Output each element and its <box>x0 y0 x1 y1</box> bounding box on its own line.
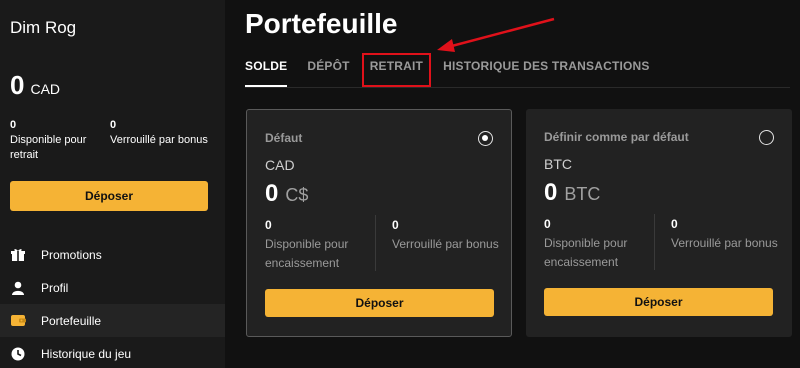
cashout-stat: 0 Disponible pour encaissement <box>544 215 654 272</box>
bonus-locked-stat: 0 Verrouillé par bonus <box>392 216 502 254</box>
default-radio[interactable] <box>478 131 493 146</box>
stat-label: Verrouillé par bonus <box>671 236 778 250</box>
card-currency: CAD <box>265 157 295 173</box>
stat-label: Disponible pour encaissement <box>265 237 349 270</box>
card-amount: 0 <box>265 180 279 207</box>
wallet-card-btc[interactable]: Définir comme par défaut BTC 0 BTC 0 Dis… <box>526 109 792 337</box>
card-symbol: C$ <box>285 185 309 205</box>
stat-divider <box>654 214 655 270</box>
wallet-card-cad[interactable]: Défaut CAD 0 C$ 0 Disponible pour encais… <box>246 109 512 337</box>
default-radio[interactable] <box>759 130 774 145</box>
card-header: Défaut <box>265 131 303 145</box>
card-deposit-button[interactable]: Déposer <box>544 288 773 316</box>
card-header: Définir comme par défaut <box>544 130 689 144</box>
card-symbol: BTC <box>564 184 601 204</box>
card-balance: 0 BTC <box>544 179 600 207</box>
cashout-stat: 0 Disponible pour encaissement <box>265 216 375 273</box>
stat-label: Disponible pour encaissement <box>544 236 628 269</box>
radio-dot-icon <box>482 135 488 141</box>
stat-value: 0 <box>671 217 678 231</box>
card-balance: 0 C$ <box>265 180 308 208</box>
bonus-locked-stat: 0 Verrouillé par bonus <box>671 215 781 253</box>
stat-divider <box>375 215 376 271</box>
stat-value: 0 <box>544 217 551 231</box>
card-currency: BTC <box>544 156 572 172</box>
stat-value: 0 <box>392 218 399 232</box>
card-amount: 0 <box>544 179 558 206</box>
stat-label: Verrouillé par bonus <box>392 237 499 251</box>
stat-value: 0 <box>265 218 272 232</box>
card-deposit-button[interactable]: Déposer <box>265 289 494 317</box>
